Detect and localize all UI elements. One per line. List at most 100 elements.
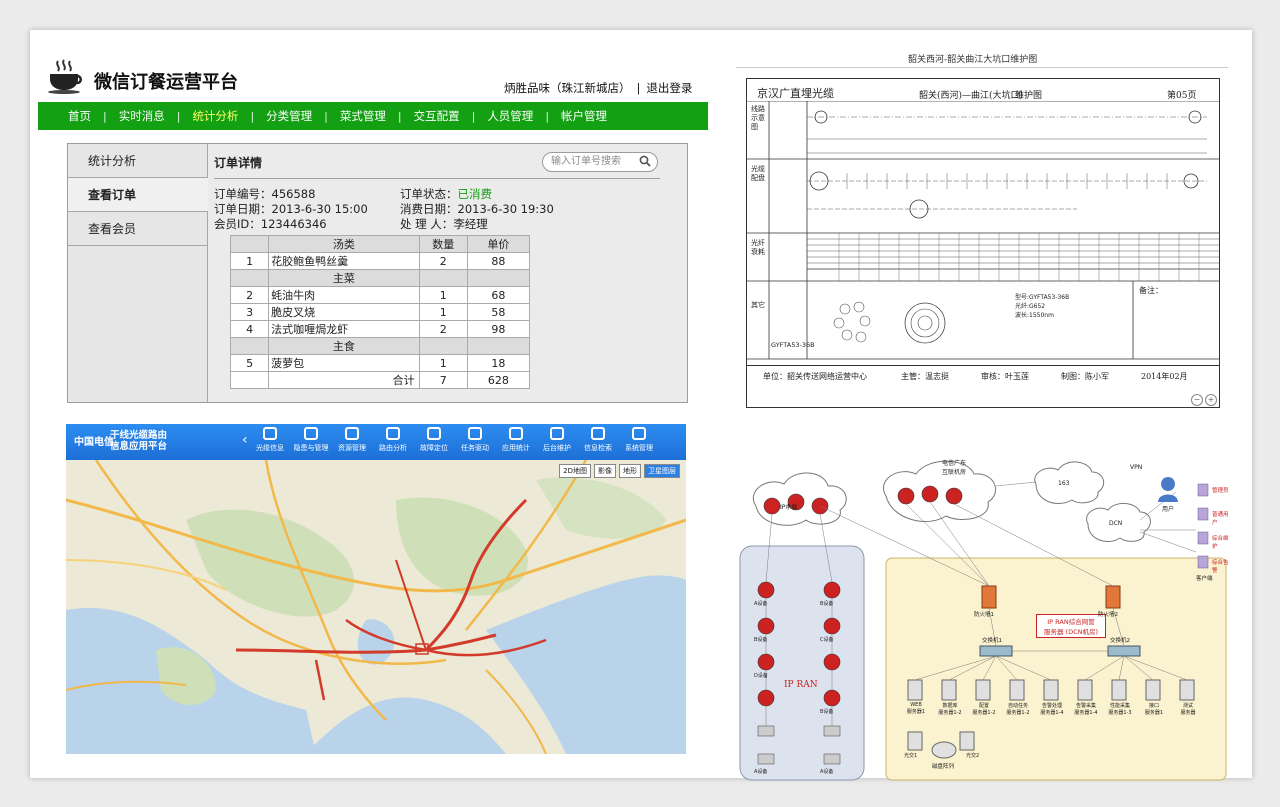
device-label: B设备 xyxy=(820,709,834,715)
server-label: 自动任务 服务器1-2 xyxy=(1006,703,1030,716)
cloud-label: DCN xyxy=(1109,520,1123,527)
table-row: 1 花胶鲍鱼鸭丝羹 2 88 xyxy=(229,252,531,270)
server-label: 测试 服务器 xyxy=(1180,703,1196,716)
server-label: 接口 服务器1 xyxy=(1144,703,1164,716)
resource-icon xyxy=(345,427,359,440)
nav-item-home[interactable]: 首页 xyxy=(56,108,103,124)
back-arrow-icon[interactable]: ‹ xyxy=(242,432,248,448)
nav-item-account[interactable]: 帐户管理 xyxy=(549,108,619,124)
sidebar-item-statistics[interactable]: 统计分析 xyxy=(68,144,208,178)
drawing-grid xyxy=(747,101,1219,360)
toolbar-backend[interactable]: 后台维护 xyxy=(537,427,577,453)
client-label: 综合维护 xyxy=(1212,536,1229,550)
firewall-label: 防火墙1 xyxy=(974,612,994,618)
ip-ran-label: IP RAN xyxy=(784,680,818,690)
zoom-out-icon[interactable]: − xyxy=(1191,394,1203,406)
logout-link[interactable]: 退出登录 xyxy=(646,81,692,95)
toolbar-task[interactable]: 任务驱动 xyxy=(455,427,495,453)
nav-item-staff[interactable]: 人员管理 xyxy=(475,108,545,124)
toolbar-cable-info[interactable]: 光缆信息 xyxy=(250,427,290,453)
nav-item-interaction[interactable]: 交互配置 xyxy=(402,108,472,124)
server-label: 告警采集 服务器1-4 xyxy=(1074,703,1098,716)
search-icon[interactable] xyxy=(639,155,651,167)
cable-maintenance-drawing: 京汉广直埋光缆 韶关(西河)—曲江(大坑口) 维护图 第05页 线路示意图 光缆… xyxy=(746,78,1220,408)
sidebar-item-orders[interactable]: 查看订单 xyxy=(68,178,208,212)
order-status: 订单状态：已消费 xyxy=(400,187,493,201)
sidebar: 统计分析 查看订单 查看会员 xyxy=(68,144,208,402)
server-label: 数据库 服务器1-2 xyxy=(938,703,962,716)
drawing-kind: 维护图 xyxy=(1015,91,1043,101)
user-label: 用户 xyxy=(1162,506,1175,513)
table-row: 2 蚝油牛肉 1 68 xyxy=(229,286,531,304)
server-label: 配置 服务器1-2 xyxy=(972,703,996,716)
layer-satellite[interactable]: 卫星图层 xyxy=(644,464,680,478)
category-row: 主菜 xyxy=(229,269,531,287)
toolbar-search[interactable]: 信息检索 xyxy=(578,427,618,453)
cloud-label: IP承载 xyxy=(780,504,798,511)
divider-line xyxy=(736,67,1228,68)
map-toolbar: 中国电信 干线光缆路由 信息应用平台 ‹ 光缆信息 隐患与管理 资源管理 路由分析… xyxy=(66,424,686,460)
section-loss: 光纤衰耗 xyxy=(751,239,765,256)
order-items-table: 汤类 数量 单价 1 花胶鲍鱼鸭丝羹 2 88 主菜 2 蚝油牛肉 1 68 3 脆皮叉烧 1 58 … xyxy=(229,235,531,389)
table-row: 5 菠萝包 1 18 xyxy=(229,354,531,372)
device-label: B设备 xyxy=(820,601,834,607)
drawing-page: 第05页 xyxy=(1167,91,1197,101)
nav-item-realtime[interactable]: 实时消息 xyxy=(107,108,177,124)
layer-2d[interactable]: 2D地图 xyxy=(559,464,591,478)
gear-icon xyxy=(632,427,646,440)
server-label: 告警处理 服务器1-4 xyxy=(1040,703,1064,716)
store-bar: 炳胜品味（珠江新城店） | 退出登录 xyxy=(504,80,698,96)
client-label: 综合告警 xyxy=(1212,560,1229,574)
footer-auditor: 审核：叶玉莲 xyxy=(981,372,1029,381)
order-panel: 统计分析 查看订单 查看会员 订单详情 输入订单号搜索 订单编号：456588 … xyxy=(67,143,688,403)
cable-info-icon xyxy=(263,427,277,440)
nav-item-dishes[interactable]: 菜式管理 xyxy=(328,108,398,124)
cable-model: GYFTA53-36B xyxy=(771,341,815,349)
sidebar-item-members[interactable]: 查看会员 xyxy=(68,212,208,246)
switch-label: 交换机2 xyxy=(1110,638,1130,644)
layer-imagery[interactable]: 影像 xyxy=(594,464,616,478)
divider-line xyxy=(214,178,660,179)
consume-date: 消费日期：2013-6-30 19:30 xyxy=(400,202,554,216)
order-detail-title: 订单详情 xyxy=(214,156,263,170)
device-label: B设备 xyxy=(754,637,768,643)
map-app-title: 干线光缆路由 信息应用平台 xyxy=(110,430,168,452)
vpn-label: VPN xyxy=(1130,464,1143,471)
monitor-icon xyxy=(509,427,523,440)
toolbar-stats[interactable]: 应用统计 xyxy=(496,427,536,453)
toolbar-system[interactable]: 系统管理 xyxy=(619,427,659,453)
store-name: 炳胜品味（珠江新城店） xyxy=(504,81,631,95)
cloud-label: 163 xyxy=(1058,480,1070,487)
map-canvas[interactable] xyxy=(66,460,686,754)
map-layer-switch: 2D地图 影像 地形 卫星图层 xyxy=(559,464,680,478)
toolbar-fault[interactable]: 故障定位 xyxy=(414,427,454,453)
divider: | xyxy=(636,81,641,95)
footer-unit: 单位：韶关传送网络运营中心 xyxy=(763,372,867,381)
client-label: 普通用户 xyxy=(1212,512,1229,526)
globe-icon xyxy=(427,427,441,440)
nav-item-category[interactable]: 分类管理 xyxy=(254,108,324,124)
coffee-cup-logo-icon xyxy=(48,59,82,94)
hazard-icon xyxy=(304,427,318,440)
member-id: 会员ID：123446346 xyxy=(214,217,327,231)
section-reel: 光缆配盘 xyxy=(751,165,765,182)
status-badge: 已消费 xyxy=(457,187,493,201)
footer-drafter: 制图：陈小军 xyxy=(1061,372,1109,381)
client-label: 管理员 xyxy=(1212,488,1229,494)
storage-label: 磁盘阵列 xyxy=(932,764,955,770)
nav-item-statistics[interactable]: 统计分析 xyxy=(180,108,250,124)
order-handler: 处 理 人：李经理 xyxy=(400,217,488,231)
toolbar-resource[interactable]: 资源管理 xyxy=(332,427,372,453)
toolbar-hazard[interactable]: 隐患与管理 xyxy=(291,427,331,453)
zoom-in-icon[interactable]: + xyxy=(1205,394,1217,406)
app-title: 微信订餐运营平台 xyxy=(94,72,238,93)
switch-label: 交换机1 xyxy=(982,638,1002,644)
layer-terrain[interactable]: 地形 xyxy=(619,464,641,478)
route-map-panel: 中国电信 干线光缆路由 信息应用平台 ‹ 光缆信息 隐患与管理 资源管理 路由分析… xyxy=(66,424,686,754)
mail-icon xyxy=(550,427,564,440)
cloud-label: 电信广东 互联机房 xyxy=(942,460,967,476)
toolbar-route[interactable]: 路由分析 xyxy=(373,427,413,453)
location-pin-icon xyxy=(591,427,605,440)
network-topology-diagram: IP RAN IP RAN综合网管 服务器 (DCN机房) IP承载 电信广东 … xyxy=(736,450,1232,782)
table-row: 3 脆皮叉烧 1 58 xyxy=(229,303,531,321)
